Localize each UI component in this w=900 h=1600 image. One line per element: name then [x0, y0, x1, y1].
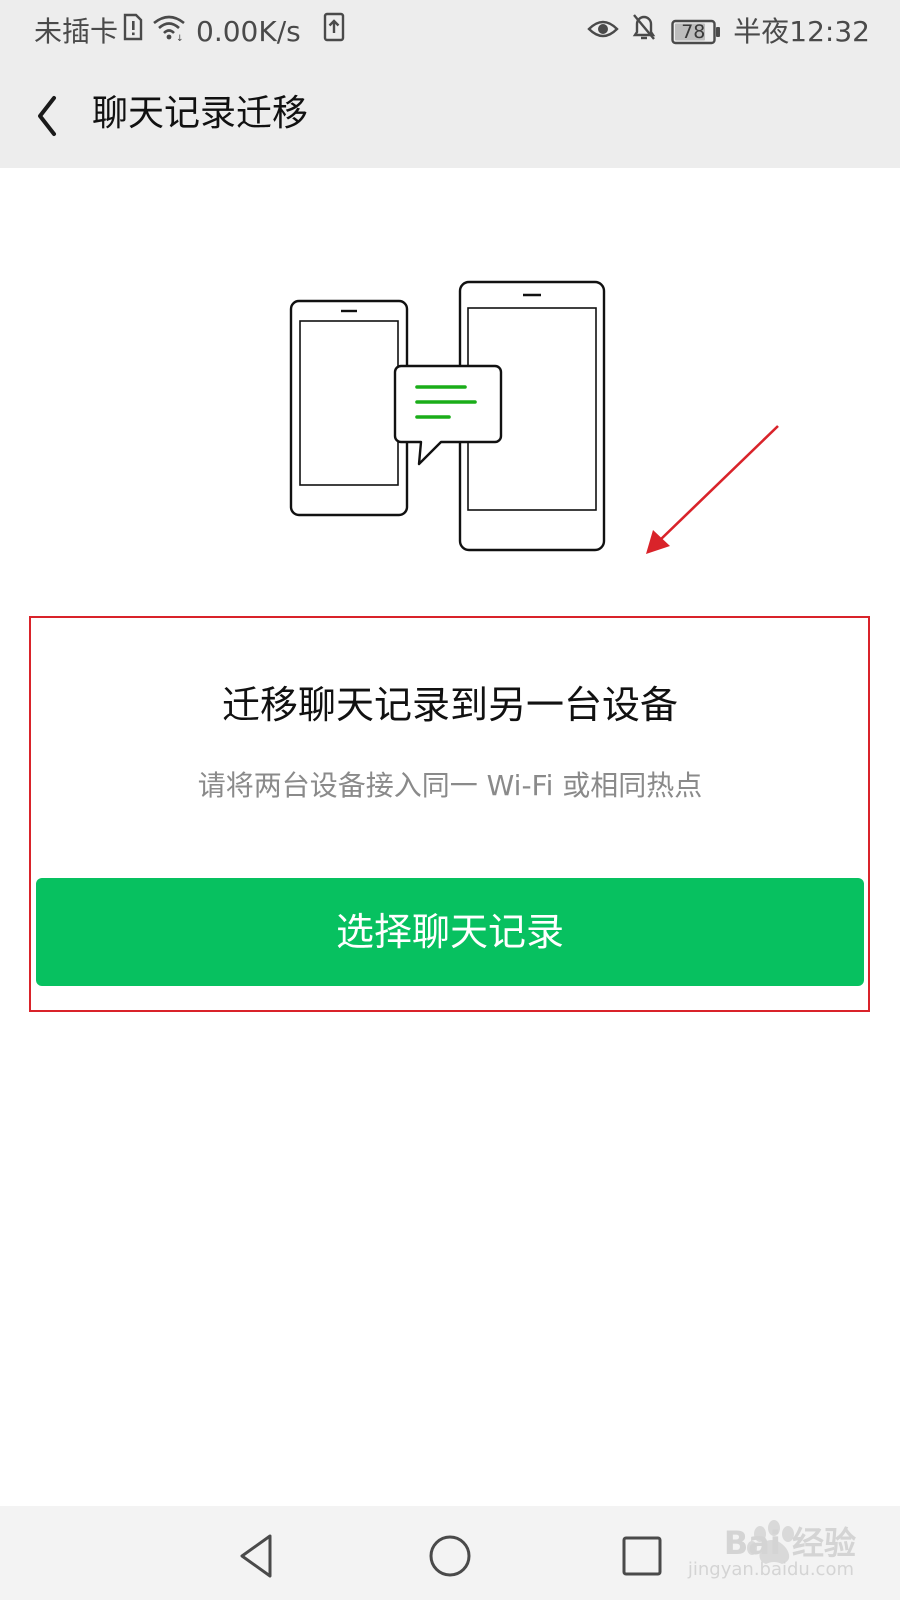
watermark-url: jingyan.baidu.com	[687, 1559, 854, 1580]
page-title: 聊天记录迁移	[92, 93, 309, 134]
network-speed: 0.00K/s	[196, 14, 301, 48]
clock: 半夜12:32	[733, 14, 870, 48]
select-chat-history-button[interactable]: 选择聊天记录	[36, 878, 864, 986]
battery-icon: 78	[671, 19, 721, 45]
status-left: 未插卡 ↓ 0.00K/s	[34, 12, 345, 51]
nav-recents-button[interactable]	[614, 1528, 670, 1584]
upload-box-icon	[323, 12, 345, 51]
phone-left-icon	[289, 299, 409, 517]
wifi-icon: ↓	[152, 13, 186, 50]
annotation-arrow	[640, 418, 785, 563]
migration-headline: 迁移聊天记录到另一台设备	[221, 683, 678, 727]
watermark-brand: Bai 经验	[723, 1524, 856, 1562]
nav-home-button[interactable]	[422, 1528, 478, 1584]
battery-level: 78	[681, 20, 706, 43]
svg-text:↓: ↓	[176, 34, 184, 41]
bell-off-icon	[631, 12, 657, 51]
triangle-back-icon	[240, 1534, 272, 1578]
migration-subtitle: 请将两台设备接入同一 Wi-Fi 或相同热点	[197, 769, 703, 802]
status-bar: 未插卡 ↓ 0.00K/s 78 半夜12:32	[0, 0, 900, 60]
device-transfer-illustration	[285, 278, 615, 558]
back-button[interactable]	[26, 84, 86, 144]
status-right: 78 半夜12:32	[587, 12, 870, 51]
eye-icon	[587, 14, 619, 50]
square-recents-icon	[622, 1536, 662, 1576]
carrier-label: 未插卡	[34, 14, 119, 48]
title-bar: 聊天记录迁移	[0, 60, 900, 168]
sim-alert-icon	[122, 13, 144, 50]
circle-home-icon	[429, 1535, 471, 1577]
chevron-left-icon	[38, 96, 56, 136]
nav-back-button[interactable]	[230, 1528, 286, 1584]
